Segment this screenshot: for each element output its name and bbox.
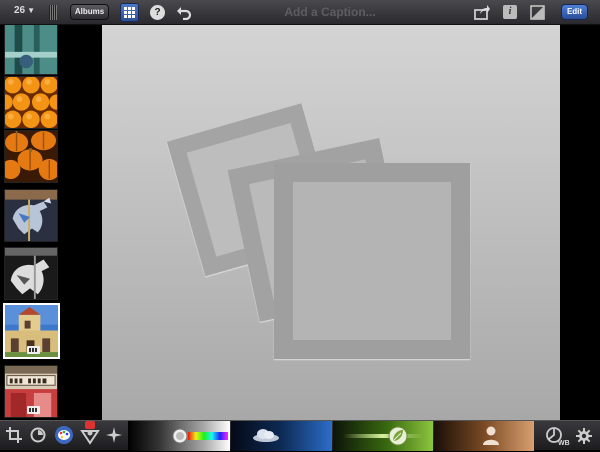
thumbnail-carousel-horse[interactable]: [4, 189, 58, 242]
thumbnail-sculpture[interactable]: [4, 25, 58, 75]
thumbnail-image: [1, 131, 60, 182]
white-balance-label: WB: [558, 440, 570, 446]
top-toolbar: 26▼ Albums ? i Edit: [0, 0, 600, 25]
albums-button[interactable]: Albums: [70, 4, 109, 20]
bottom-toolbar: WB: [0, 420, 600, 451]
exposure-slider[interactable]: [128, 421, 230, 451]
filmstrip[interactable]: [0, 25, 62, 420]
compare-icon[interactable]: [530, 5, 545, 25]
white-balance-icon[interactable]: WB: [546, 426, 570, 451]
foliage-slider[interactable]: [333, 421, 433, 451]
thumbnail-horse-bw[interactable]: [4, 247, 58, 300]
thumbnail-image: [0, 76, 62, 128]
exposure-knob-icon[interactable]: [172, 428, 188, 449]
thumbnail-image: [5, 248, 57, 299]
foliage-glow: [343, 434, 423, 438]
thumbnail-bar-room[interactable]: [4, 365, 58, 418]
resize-grip-icon[interactable]: [49, 5, 57, 20]
settings-gear-icon[interactable]: [576, 428, 592, 449]
flag-icon: [27, 346, 40, 354]
photo-count-button[interactable]: 26 ▼: [14, 5, 35, 16]
sky-cloud-icon[interactable]: [251, 427, 281, 450]
photo-count: 26: [14, 5, 26, 16]
effects-icon[interactable]: [106, 427, 122, 448]
foliage-leaf-icon[interactable]: [388, 426, 408, 451]
flag-icon: [27, 406, 40, 414]
thumbnail-oranges[interactable]: [0, 76, 62, 129]
photos-placeholder-icon: [166, 103, 470, 359]
thumbnail-image: [5, 190, 57, 241]
grid-view-button[interactable]: [120, 3, 139, 22]
grid-icon: [124, 7, 135, 18]
color-spectrum: [188, 432, 228, 440]
help-icon[interactable]: ?: [150, 5, 165, 20]
caption-input[interactable]: [230, 3, 430, 21]
canvas-margin-right: [560, 25, 600, 420]
canvas-margin-left: [62, 25, 102, 420]
skin-tone-slider[interactable]: [434, 421, 534, 451]
edit-button[interactable]: Edit: [561, 4, 588, 20]
thumbnail-mission-building[interactable]: [3, 303, 60, 359]
thumbnail-image: [5, 25, 57, 74]
skin-person-icon[interactable]: [482, 425, 500, 452]
photo-canvas[interactable]: [102, 25, 560, 420]
info-icon[interactable]: i: [503, 5, 517, 19]
brush-icon[interactable]: [80, 421, 100, 450]
crop-icon[interactable]: [6, 427, 22, 448]
undo-icon[interactable]: [176, 4, 192, 25]
thumbnail-pumpkins[interactable]: [1, 130, 60, 183]
share-icon[interactable]: [474, 4, 490, 25]
straighten-icon[interactable]: [30, 427, 46, 448]
color-palette-icon[interactable]: [54, 425, 74, 450]
sky-slider[interactable]: [231, 421, 332, 451]
dropdown-arrow-icon: ▼: [27, 6, 36, 15]
